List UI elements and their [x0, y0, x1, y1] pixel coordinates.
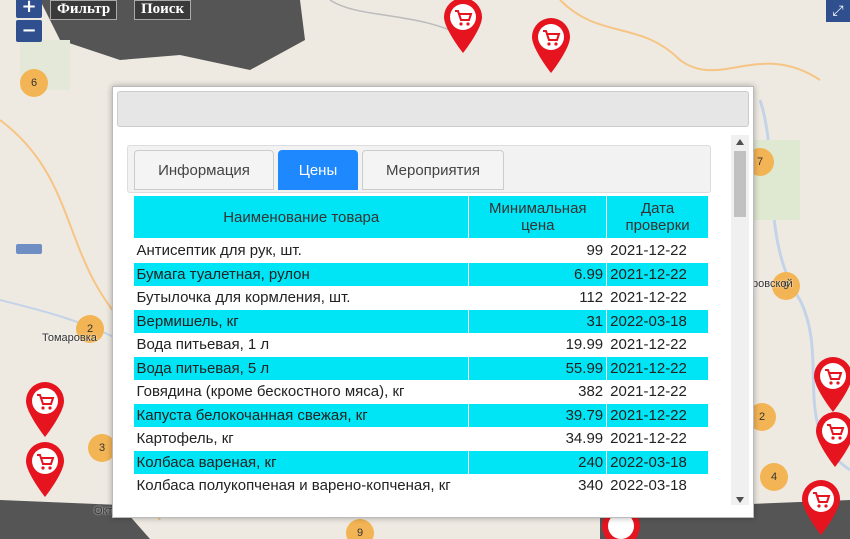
filter-button[interactable]: Фильтр	[50, 0, 118, 20]
cluster-marker[interactable]: 6	[20, 69, 48, 97]
shop-pin-icon[interactable]	[24, 380, 66, 438]
zoom-in-button[interactable]: +	[16, 0, 42, 18]
cell-date: 2021-12-22	[606, 286, 709, 310]
table-row[interactable]: Вода питьевая, 1 л 19.99 2021-12-22	[133, 333, 709, 357]
table-row[interactable]: Говядина (кроме бескостного мяса), кг 382…	[133, 380, 709, 404]
cell-price: 19.99	[468, 333, 608, 357]
cell-price: 99	[468, 238, 608, 263]
shop-pin-icon[interactable]	[812, 355, 850, 413]
cell-name: Колбаса полукопченая и варено-копченая, …	[133, 474, 470, 498]
cell-date: 2022-03-18	[606, 309, 709, 333]
table-row[interactable]: Колбаса вареная, кг 240 2022-03-18	[133, 450, 709, 474]
cell-date: 2022-03-18	[606, 474, 709, 498]
column-header-name[interactable]: Наименование товара	[132, 195, 470, 239]
cell-price: 340	[468, 474, 608, 498]
table-row[interactable]: Бумага туалетная, рулон 6.99 2021-12-22	[133, 262, 709, 286]
cell-price: 6.99	[468, 262, 608, 286]
scrollbar-thumb[interactable]	[734, 151, 746, 217]
popup-scrollbar[interactable]	[731, 135, 749, 505]
cell-price: 31	[468, 309, 608, 333]
cell-price: 39.79	[468, 403, 608, 427]
scroll-up-icon[interactable]	[736, 139, 744, 145]
town-label: ровской	[752, 278, 793, 290]
cell-date: 2021-12-22	[606, 238, 709, 263]
search-button[interactable]: Поиск	[134, 0, 192, 20]
cell-name: Вода питьевая, 1 л	[133, 333, 470, 357]
cell-date: 2021-12-22	[606, 333, 709, 357]
shop-pin-icon[interactable]	[800, 478, 842, 536]
cell-name: Говядина (кроме бескостного мяса), кг	[133, 380, 470, 404]
price-table: Наименование товара Минимальная цена Дат…	[132, 195, 709, 498]
shop-pin-icon[interactable]	[814, 410, 850, 468]
table-row[interactable]: Бутылочка для кормления, шт. 112 2021-12-2…	[133, 286, 709, 310]
cell-name: Вода питьевая, 5 л	[133, 356, 470, 380]
cell-date: 2021-12-22	[606, 427, 709, 451]
store-info-popup: Информация Цены Мероприятия Наименование…	[112, 86, 754, 518]
cluster-marker[interactable]: 9	[346, 519, 374, 539]
shop-pin-icon[interactable]	[24, 440, 66, 498]
shop-pin-icon[interactable]	[442, 0, 484, 54]
town-label: Томаровка	[42, 332, 97, 344]
table-header-row: Наименование товара Минимальная цена Дат…	[132, 195, 709, 239]
cell-price: 34.99	[468, 427, 608, 451]
popup-header	[117, 91, 749, 127]
cell-date: 2021-12-22	[606, 403, 709, 427]
cell-name: Картофель, кг	[133, 427, 470, 451]
cell-price: 382	[468, 380, 608, 404]
cell-name: Капуста белокочанная свежая, кг	[133, 403, 470, 427]
cell-name: Бутылочка для кормления, шт.	[133, 286, 470, 310]
tab-events[interactable]: Мероприятия	[362, 150, 504, 190]
table-row[interactable]: Картофель, кг 34.99 2021-12-22	[133, 427, 709, 451]
table-row[interactable]: Вода питьевая, 5 л 55.99 2021-12-22	[133, 356, 709, 380]
shop-pin-icon[interactable]	[530, 16, 572, 74]
cell-price: 240	[468, 450, 608, 474]
column-header-date[interactable]: Дата проверки	[606, 195, 709, 239]
cluster-marker[interactable]: 4	[760, 463, 788, 491]
fullscreen-icon[interactable]: ⤢	[826, 0, 850, 22]
cell-date: 2021-12-22	[606, 380, 709, 404]
table-row[interactable]: Антисептик для рук, шт. 99 2021-12-22	[133, 238, 709, 263]
cell-date: 2021-12-22	[606, 262, 709, 286]
tab-info[interactable]: Информация	[134, 150, 274, 190]
cell-name: Бумага туалетная, рулон	[133, 262, 470, 286]
cell-date: 2022-03-18	[606, 450, 709, 474]
zoom-slider-handle[interactable]	[16, 244, 42, 254]
table-row[interactable]: Капуста белокочанная свежая, кг 39.79 2021…	[133, 403, 709, 427]
cell-name: Антисептик для рук, шт.	[133, 238, 470, 263]
popup-content[interactable]: Информация Цены Мероприятия Наименование…	[117, 135, 731, 513]
cell-name: Вермишель, кг	[133, 309, 470, 333]
cell-name: Колбаса вареная, кг	[133, 450, 470, 474]
zoom-out-button[interactable]: −	[16, 20, 42, 42]
scroll-down-icon[interactable]	[736, 497, 744, 503]
column-header-price[interactable]: Минимальная цена	[468, 195, 608, 239]
tab-prices[interactable]: Цены	[278, 150, 358, 190]
cell-date: 2021-12-22	[606, 356, 709, 380]
table-row[interactable]: Колбаса полукопченая и варено-копченая, …	[133, 474, 709, 498]
tab-bar: Информация Цены Мероприятия	[127, 145, 711, 193]
table-row[interactable]: Вермишель, кг 31 2022-03-18	[133, 309, 709, 333]
cell-price: 55.99	[468, 356, 608, 380]
cell-price: 112	[468, 286, 608, 310]
